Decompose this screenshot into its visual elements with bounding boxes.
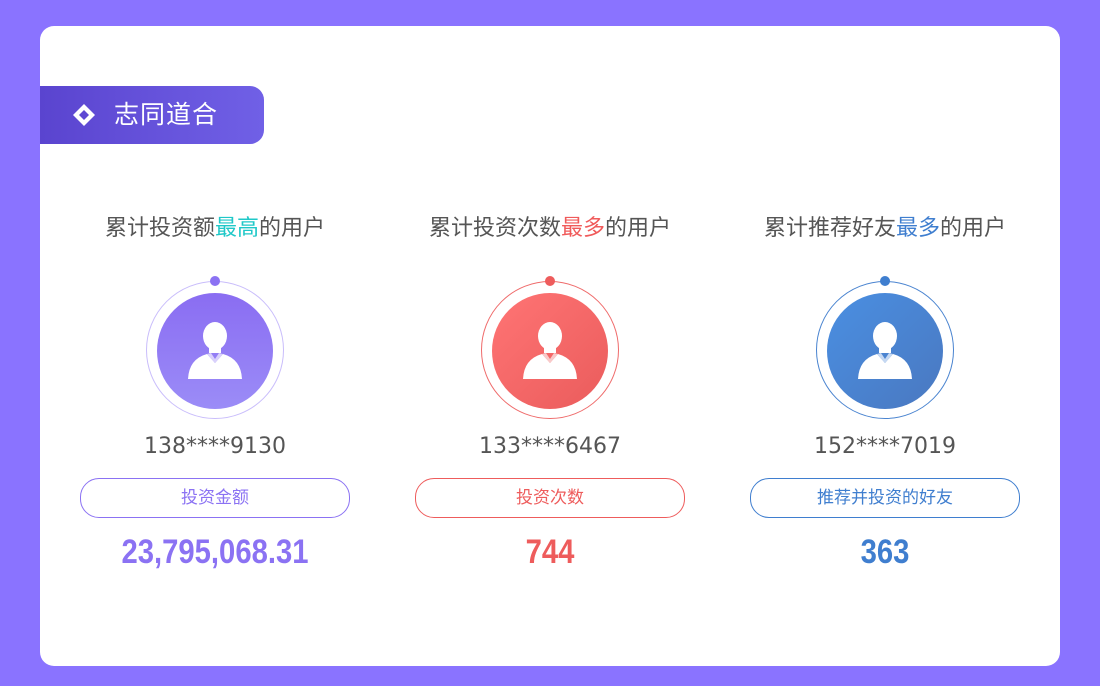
card-title-suffix: 的用户 xyxy=(940,216,1007,241)
section-title: 志同道合 xyxy=(114,100,219,129)
section-tag: 志同道合 xyxy=(40,86,264,144)
user-phone: 152****7019 xyxy=(814,434,956,459)
card-title: 累计投资额最高的用户 xyxy=(60,210,370,242)
user-avatar-icon xyxy=(188,322,242,379)
user-avatar xyxy=(492,293,608,409)
metric-label-button[interactable]: 投资次数 xyxy=(415,478,685,518)
card-title-prefix: 累计推荐好友 xyxy=(763,216,896,241)
ring-dot xyxy=(210,276,220,286)
card-title: 累计投资次数最多的用户 xyxy=(395,210,705,242)
metric-value: 23,795,068.31 xyxy=(121,533,309,571)
card-title: 累计推荐好友最多的用户 xyxy=(730,210,1040,242)
ring-dot xyxy=(545,276,555,286)
card-title-suffix: 的用户 xyxy=(605,216,672,241)
top-investment-count-card: 累计投资次数最多的用户 133****6467 投资次数 744 xyxy=(415,206,685,586)
user-phone: 133****6467 xyxy=(479,434,621,459)
card-title-highlight: 最多 xyxy=(895,216,940,241)
metric-value: 363 xyxy=(860,533,910,571)
top-investment-amount-card: 累计投资额最高的用户 138****9130 投资金额 23,795,068.3… xyxy=(80,206,350,586)
metric-value: 744 xyxy=(525,533,575,571)
leaderboard-panel: 志同道合 累计投资额最高的用户 138****9130 投资金额 23,795,… xyxy=(40,26,1060,666)
user-avatar xyxy=(827,293,943,409)
user-avatar-icon xyxy=(523,322,577,379)
user-avatar xyxy=(157,293,273,409)
card-title-prefix: 累计投资次数 xyxy=(428,216,561,241)
metric-label-button[interactable]: 投资金额 xyxy=(80,478,350,518)
metric-label-button[interactable]: 推荐并投资的好友 xyxy=(750,478,1020,518)
user-phone: 138****9130 xyxy=(144,434,286,459)
top-referral-card: 累计推荐好友最多的用户 152****7019 推荐并投资的好友 363 xyxy=(750,206,1020,586)
card-title-prefix: 累计投资额 xyxy=(104,216,215,241)
card-title-highlight: 最高 xyxy=(214,216,259,241)
ring-dot xyxy=(880,276,890,286)
card-title-suffix: 的用户 xyxy=(259,216,326,241)
card-title-highlight: 最多 xyxy=(560,216,605,241)
user-avatar-icon xyxy=(858,322,912,379)
diamond-icon xyxy=(73,104,95,126)
